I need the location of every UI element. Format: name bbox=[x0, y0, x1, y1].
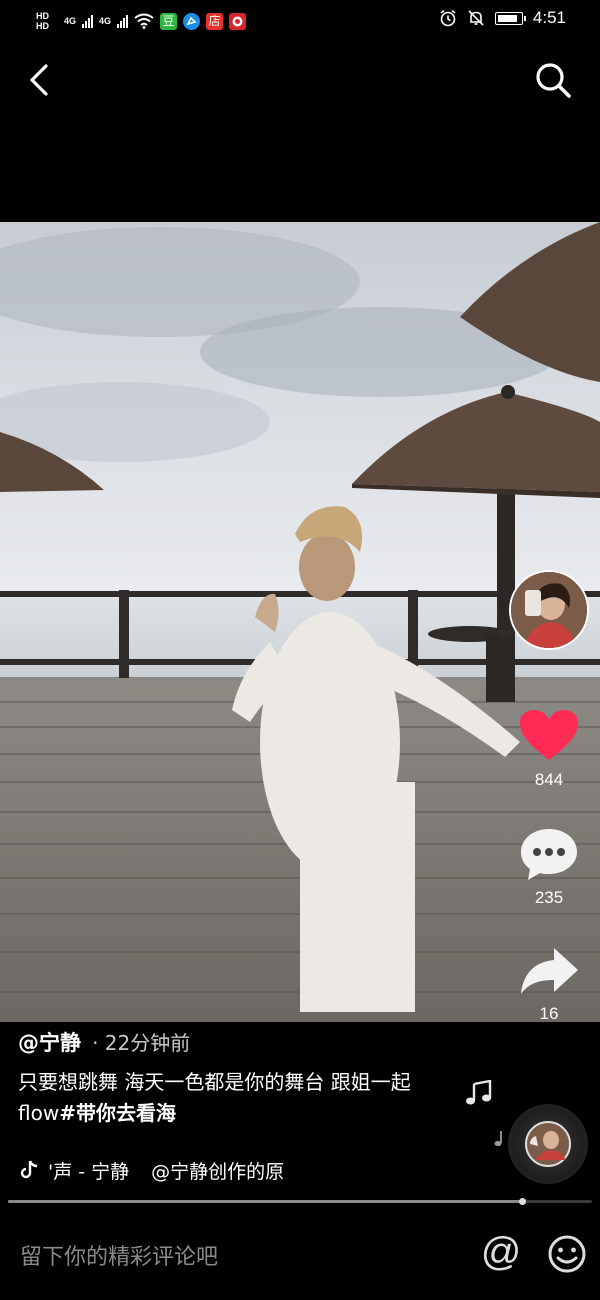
signal-icon bbox=[82, 14, 94, 28]
creator-avatar[interactable] bbox=[509, 570, 589, 650]
battery-icon bbox=[494, 11, 526, 25]
clock: 4:51 bbox=[532, 8, 566, 27]
post-timestamp: · 22分钟前 bbox=[92, 1031, 191, 1055]
search-icon bbox=[536, 63, 571, 98]
status-left-group: HD HD 4G 4G 豆 店 bbox=[36, 6, 247, 36]
progress-fill bbox=[8, 1200, 522, 1203]
mention-button[interactable]: @ bbox=[478, 1230, 524, 1276]
share-button[interactable]: 16 bbox=[518, 944, 580, 1024]
hashtag-link[interactable]: #带你去看海 bbox=[59, 1101, 176, 1125]
music-source: '声 - 宁静 bbox=[48, 1160, 130, 1183]
douban-app-icon: 豆 bbox=[160, 12, 178, 30]
small-music-note-icon bbox=[494, 1131, 502, 1147]
comment-bar: @ bbox=[0, 1218, 600, 1300]
comment-count: 235 bbox=[534, 888, 564, 907]
top-nav bbox=[0, 42, 600, 122]
like-count: 844 bbox=[534, 770, 564, 789]
network-label-1: 4G bbox=[64, 16, 77, 26]
status-bar: HD HD 4G 4G 豆 店 4:51 bbox=[0, 0, 600, 42]
emoji-button[interactable] bbox=[545, 1232, 589, 1276]
comment-button[interactable]: 235 bbox=[518, 826, 580, 908]
alarm-icon bbox=[440, 9, 456, 27]
shop-app-icon: 店 bbox=[206, 12, 224, 30]
music-title: @宁静创作的原 bbox=[151, 1160, 285, 1183]
like-button[interactable]: 844 bbox=[518, 708, 580, 790]
game-app-icon bbox=[229, 12, 247, 30]
browser-app-icon bbox=[183, 12, 201, 30]
search-button[interactable] bbox=[530, 58, 574, 102]
avatar-image bbox=[511, 572, 587, 648]
back-chevron-icon bbox=[30, 64, 48, 96]
username-link[interactable]: @宁静 bbox=[18, 1031, 81, 1055]
hd-label-2: HD bbox=[36, 21, 49, 31]
music-marquee[interactable]: '声 - 宁静 @宁静创作的原 bbox=[18, 1156, 318, 1184]
share-arrow-icon bbox=[521, 948, 578, 994]
signal-icon bbox=[117, 14, 129, 28]
heart-icon bbox=[520, 710, 578, 760]
music-disc-icon bbox=[525, 1121, 571, 1167]
back-button[interactable] bbox=[22, 58, 58, 102]
post-info: @宁静 · 22分钟前 只要想跳舞 海天一色都是你的舞台 跟姐一起flow#带你… bbox=[18, 1027, 478, 1129]
comment-bubble-icon bbox=[521, 829, 577, 880]
network-label-2: 4G bbox=[99, 16, 112, 26]
music-note-icon bbox=[466, 1080, 492, 1105]
mute-icon bbox=[468, 10, 484, 26]
status-right-group: 4:51 bbox=[439, 8, 566, 28]
video-progress-bar[interactable] bbox=[8, 1198, 592, 1205]
progress-handle[interactable] bbox=[518, 1198, 526, 1205]
tiktok-note-icon bbox=[20, 1160, 38, 1179]
hd-icon: HD HD bbox=[36, 11, 58, 31]
wifi-icon bbox=[134, 13, 154, 29]
post-caption: 只要想跳舞 海天一色都是你的舞台 跟姐一起flow#带你去看海 bbox=[18, 1067, 448, 1129]
share-count: 16 bbox=[539, 1004, 559, 1023]
comment-input[interactable] bbox=[18, 1236, 452, 1278]
music-disc-button[interactable] bbox=[508, 1104, 588, 1184]
smiley-icon bbox=[548, 1235, 586, 1273]
hd-label-1: HD bbox=[36, 11, 49, 21]
